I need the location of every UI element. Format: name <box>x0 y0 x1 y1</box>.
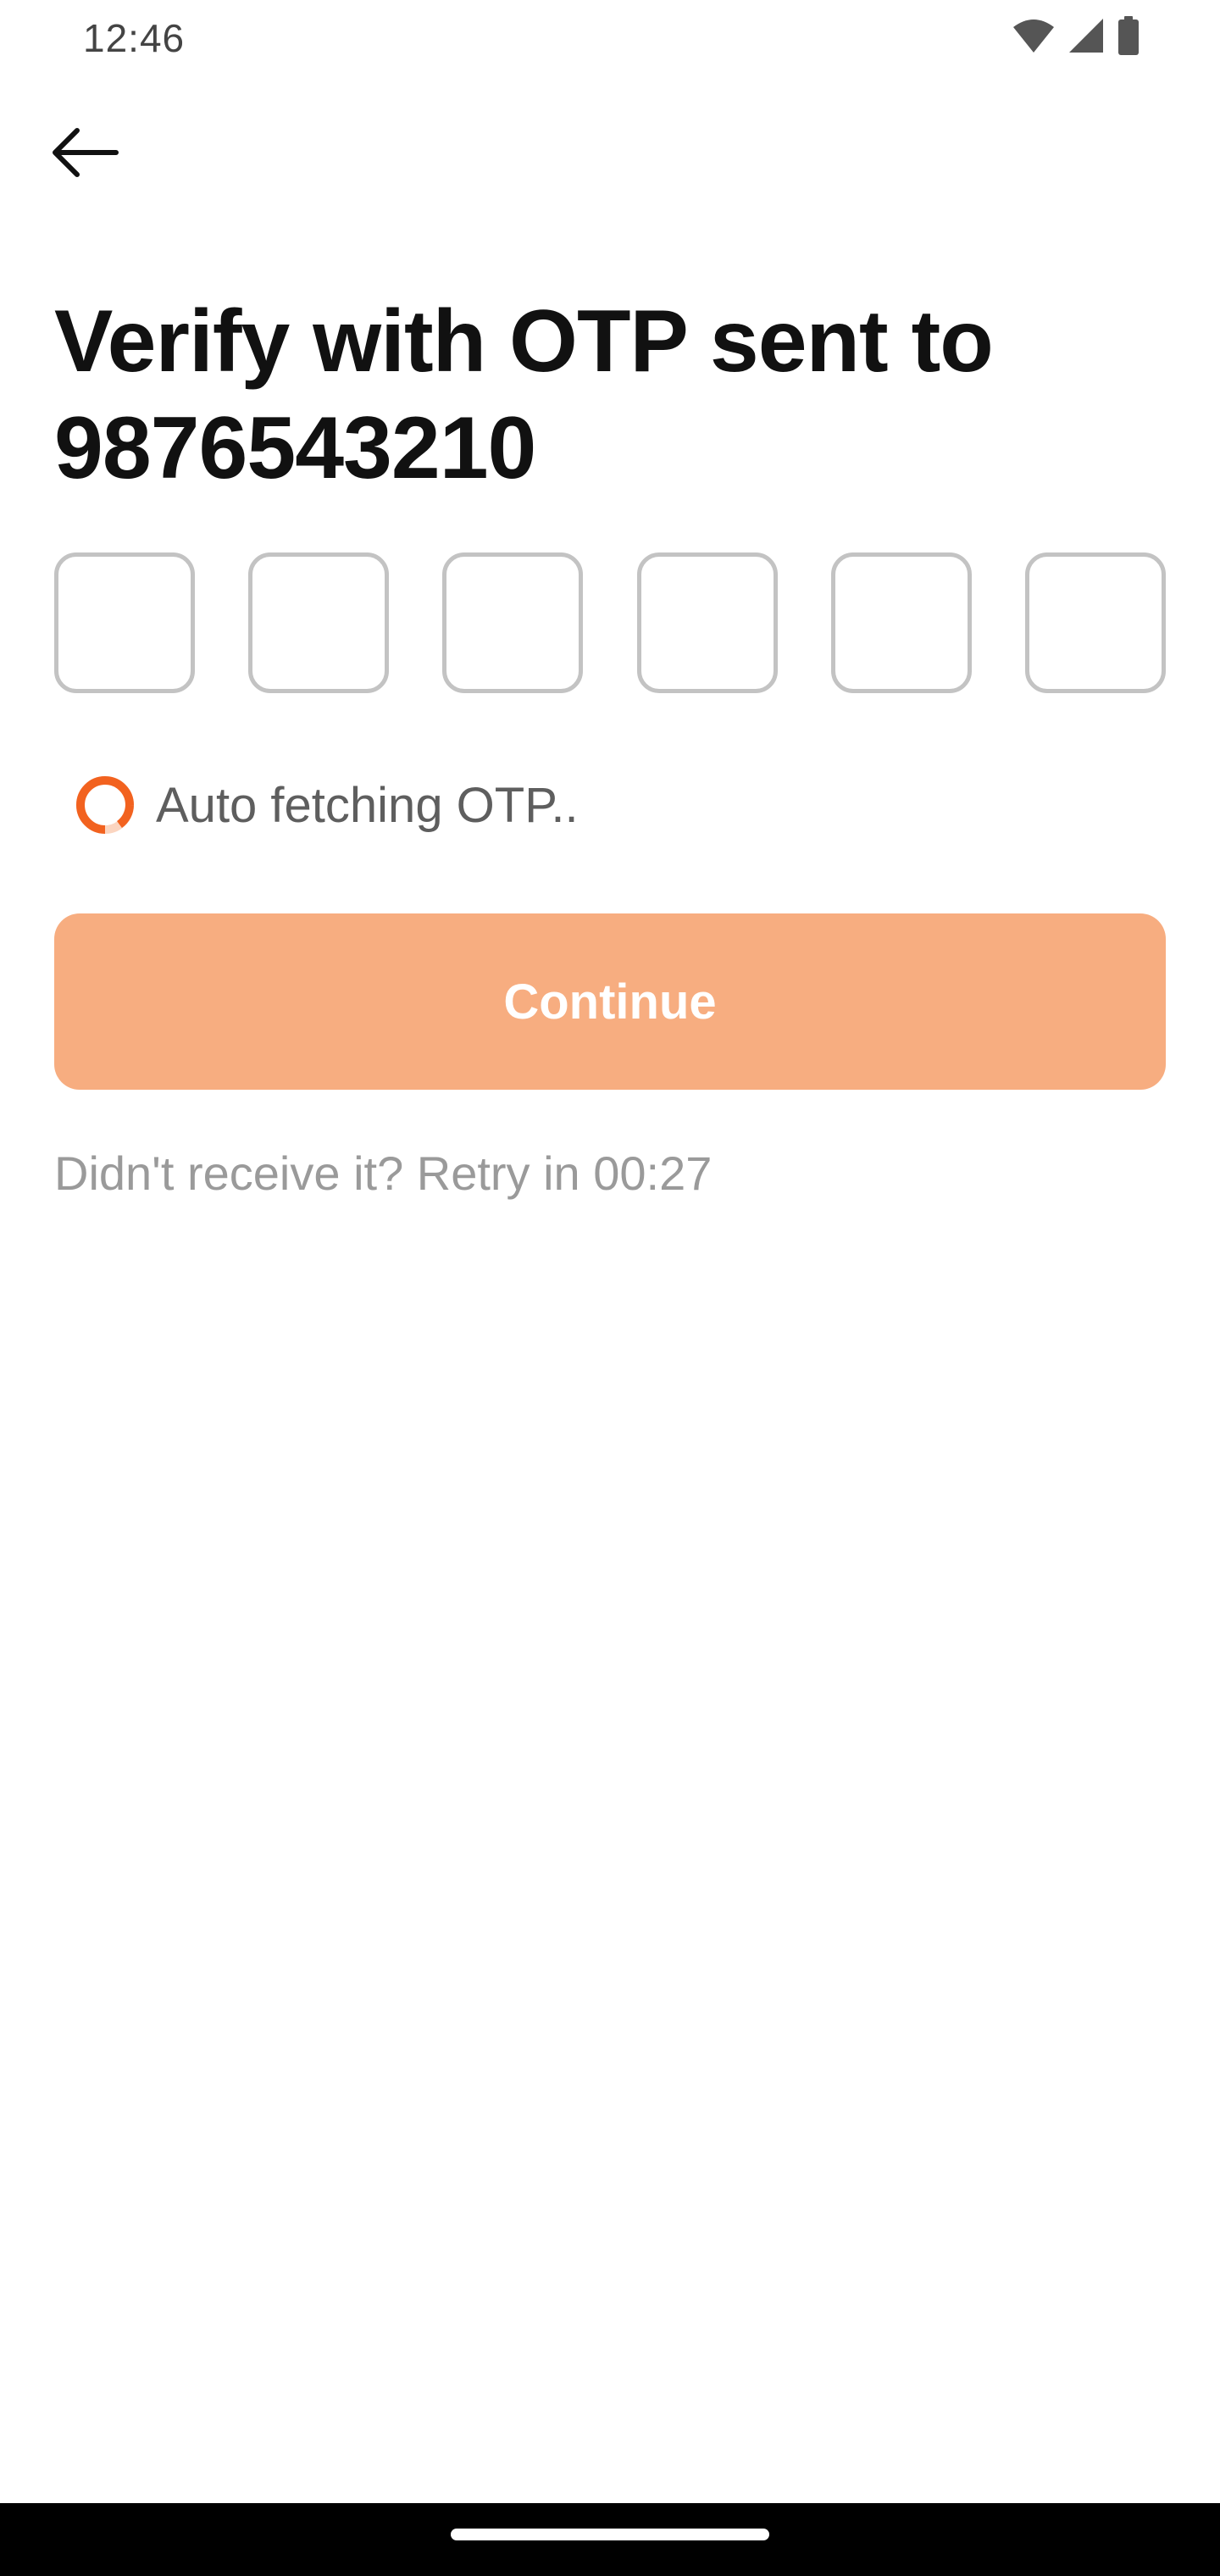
arrow-left-icon <box>50 127 119 182</box>
continue-button[interactable]: Continue <box>54 913 1166 1090</box>
system-nav-bar <box>0 2503 1220 2576</box>
otp-digit-4[interactable] <box>636 552 778 693</box>
otp-input-group <box>54 552 1166 693</box>
otp-digit-1[interactable] <box>54 552 195 693</box>
status-bar: 12:46 <box>0 0 1220 78</box>
otp-digit-2[interactable] <box>248 552 390 693</box>
auto-fetch-label: Auto fetching OTP.. <box>156 777 579 833</box>
retry-countdown: Didn't receive it? Retry in 00:27 <box>54 1146 713 1200</box>
wifi-icon <box>1012 17 1056 58</box>
page-title: Verify with OTP sent to 9876543210 <box>54 292 994 497</box>
auto-fetch-status: Auto fetching OTP.. <box>73 771 579 839</box>
signal-icon <box>1068 17 1105 58</box>
otp-digit-3[interactable] <box>442 552 584 693</box>
otp-digit-6[interactable] <box>1024 552 1166 693</box>
status-time: 12:46 <box>83 16 186 60</box>
back-button[interactable] <box>44 119 125 190</box>
home-indicator[interactable] <box>451 2529 769 2540</box>
otp-verification-screen: 12:46 Verify with OTP sent to 9876543210… <box>0 0 1220 2576</box>
loading-spinner-icon <box>76 776 134 834</box>
otp-digit-5[interactable] <box>830 552 972 693</box>
battery-icon <box>1117 15 1140 59</box>
status-icons <box>1012 15 1140 59</box>
